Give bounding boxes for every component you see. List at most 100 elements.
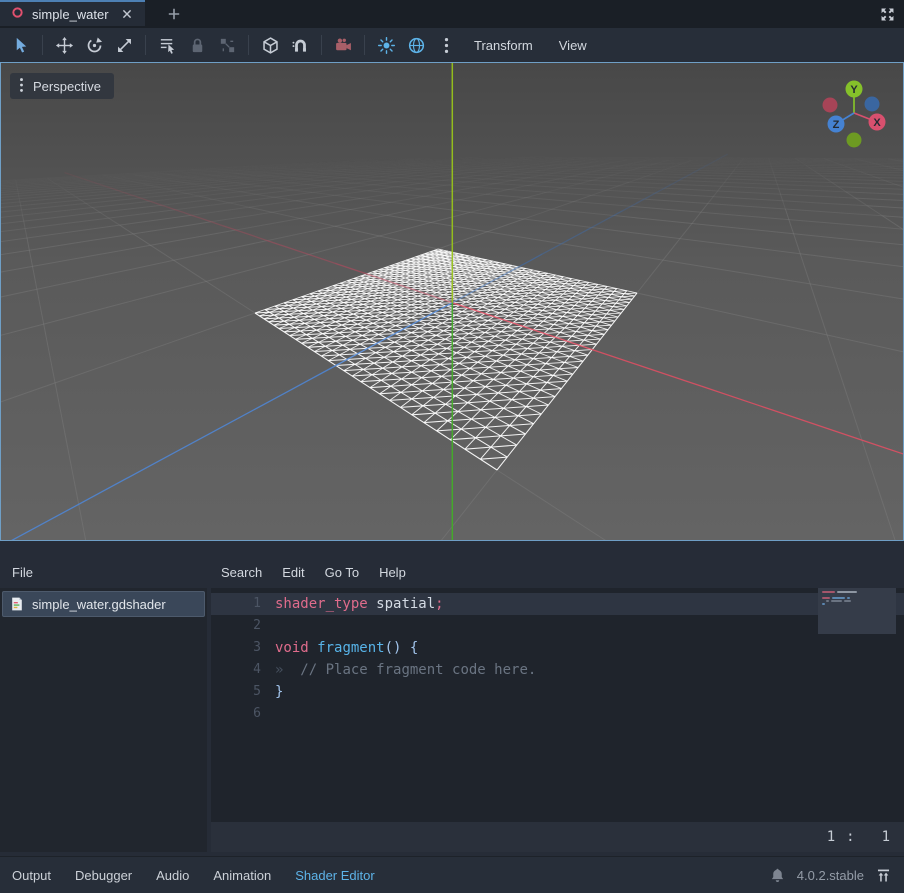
code-text: shader_type spatial; (275, 593, 444, 615)
bottom-tab-audio[interactable]: Audio (144, 868, 201, 883)
code-line: 1shader_type spatial; (211, 593, 904, 615)
line-number: 4 (211, 659, 275, 681)
tab-title: simple_water (32, 7, 109, 22)
lock-icon (188, 36, 207, 55)
code-editor[interactable]: 1shader_type spatial;23void fragment() {… (211, 588, 904, 822)
minimap-bar (822, 603, 825, 605)
shader-file-list[interactable]: simple_water.gdshader (0, 588, 207, 852)
sun-environment-options-button[interactable] (431, 32, 461, 58)
menu-edit[interactable]: Edit (272, 565, 314, 580)
rotate-mode-button[interactable] (79, 32, 109, 58)
sun-icon (377, 36, 396, 55)
bottom-panel-bar: OutputDebuggerAudioAnimationShader Edito… (0, 856, 904, 893)
line-number: 1 (211, 593, 275, 615)
bottom-tab-output[interactable]: Output (0, 868, 63, 883)
scale-mode-button[interactable] (109, 32, 139, 58)
svg-text:X: X (873, 117, 881, 129)
code-line: 3void fragment() { (211, 637, 904, 659)
kebab-menu-icon (19, 76, 24, 97)
orientation-gizmo[interactable]: Y X Z (819, 71, 899, 151)
spatial-toolbar: TransformView (0, 28, 904, 62)
code-text: void fragment() { (275, 637, 418, 659)
use-snap-button[interactable] (285, 32, 315, 58)
viewport-canvas[interactable] (1, 63, 903, 540)
menu-go-to[interactable]: Go To (315, 565, 369, 580)
minimap-bar (847, 597, 850, 599)
move-mode-button[interactable] (49, 32, 79, 58)
file-item-simple_water.gdshader[interactable]: simple_water.gdshader (2, 591, 205, 617)
lock-selection-button[interactable] (182, 32, 212, 58)
new-tab-button[interactable] (160, 2, 188, 26)
scene-tab-bar: simple_water (0, 0, 904, 28)
globe-icon (407, 36, 426, 55)
perspective-menu[interactable]: Perspective (10, 73, 114, 99)
godot-editor-window: simple_water TransformView Perspective Y… (0, 0, 904, 893)
version-label: 4.0.2.stable (797, 868, 864, 883)
tab-simple-water[interactable]: simple_water (0, 0, 145, 26)
expand-window-icon[interactable] (876, 3, 898, 25)
group-icon (218, 36, 237, 55)
list-select-icon (158, 36, 177, 55)
toolbar-separator (248, 35, 249, 55)
expand-bottom-panel-icon[interactable] (875, 867, 892, 884)
preview-sunlight-button[interactable] (371, 32, 401, 58)
caret-line: 1 (827, 829, 835, 845)
line-number: 6 (211, 703, 275, 725)
scene-ring-icon (11, 6, 24, 22)
menu-search[interactable]: Search (211, 565, 272, 580)
preview-camera-button[interactable] (328, 32, 358, 58)
file-item-label: simple_water.gdshader (32, 597, 166, 612)
toolbar-separator (364, 35, 365, 55)
minimap-bar (826, 600, 829, 602)
preview-environment-button[interactable] (401, 32, 431, 58)
dots-icon (437, 36, 456, 55)
minimap-bar (837, 591, 857, 593)
cube-icon (261, 36, 280, 55)
line-number: 2 (211, 615, 275, 637)
toolbar-separator (42, 35, 43, 55)
bell-icon[interactable] (769, 867, 786, 884)
minimap-bar (831, 600, 842, 602)
minimap-bar (832, 597, 845, 599)
minimap-bar (822, 597, 830, 599)
shader-editor-panel: SearchEditGo ToHelp 1shader_type spatial… (211, 556, 904, 852)
viewport-mode-label: Perspective (33, 79, 101, 94)
menu-transform[interactable]: Transform (461, 38, 546, 53)
caret-column: 1 (882, 829, 890, 845)
svg-text:Y: Y (850, 84, 858, 96)
magnet-icon (291, 36, 310, 55)
code-line: 4» // Place fragment code here. (211, 659, 904, 681)
code-line: 6 (211, 703, 904, 725)
scale-icon (115, 36, 134, 55)
viewport-3d[interactable]: Perspective Y X Z (0, 62, 904, 541)
tab-close-icon[interactable] (121, 8, 133, 20)
editor-status-row: 1 : 1 (211, 822, 904, 852)
select-icon (12, 36, 31, 55)
file-menu[interactable]: File (0, 556, 207, 588)
svg-text:Z: Z (833, 119, 840, 131)
use-local-space-button[interactable] (255, 32, 285, 58)
move-icon (55, 36, 74, 55)
minimap-bar (822, 591, 835, 593)
caret-separator: : (846, 829, 854, 845)
menu-help[interactable]: Help (369, 565, 416, 580)
bottom-tab-shader-editor[interactable]: Shader Editor (283, 868, 387, 883)
group-selection-button[interactable] (212, 32, 242, 58)
code-line: 2 (211, 615, 904, 637)
code-text: } (275, 681, 283, 703)
code-minimap[interactable] (818, 588, 896, 634)
bottom-tab-debugger[interactable]: Debugger (63, 868, 144, 883)
menu-view[interactable]: View (546, 38, 600, 53)
bottom-tab-animation[interactable]: Animation (201, 868, 283, 883)
shader-file-panel: File simple_water.gdshader (0, 556, 207, 852)
code-text: » // Place fragment code here. (275, 659, 536, 681)
shader-file-icon (9, 596, 25, 612)
camera-icon (334, 36, 353, 55)
code-line: 5} (211, 681, 904, 703)
line-number: 3 (211, 637, 275, 659)
select-mode-button[interactable] (6, 32, 36, 58)
rotate-icon (85, 36, 104, 55)
list-select-button[interactable] (152, 32, 182, 58)
file-menu-label: File (12, 565, 33, 580)
line-number: 5 (211, 681, 275, 703)
